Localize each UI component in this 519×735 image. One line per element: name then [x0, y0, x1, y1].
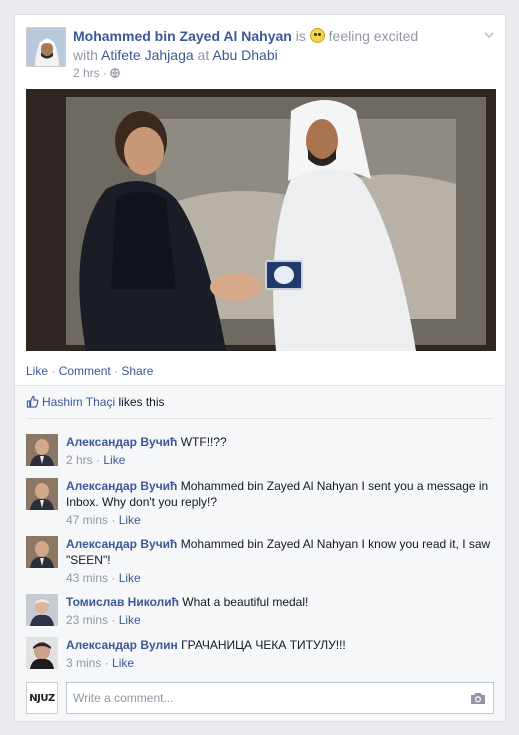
post-timestamp[interactable]: 2 hrs: [73, 66, 100, 80]
author-avatar[interactable]: [26, 27, 66, 67]
share-link[interactable]: Share: [121, 364, 153, 378]
comment-link[interactable]: Comment: [59, 364, 111, 378]
comment-time[interactable]: 23 mins: [66, 613, 108, 627]
comment-author-link[interactable]: Александар Вучић: [66, 435, 177, 449]
with-text: with: [73, 47, 98, 63]
comment-time[interactable]: 47 mins: [66, 513, 108, 527]
post-card: Mohammed bin Zayed Al Nahyan is feeling …: [14, 14, 506, 722]
comment-author-link[interactable]: Томислав Николић: [66, 595, 179, 609]
comment-avatar[interactable]: [26, 434, 58, 466]
comment-avatar[interactable]: [26, 478, 58, 510]
location-link[interactable]: Abu Dhabi: [212, 47, 277, 63]
comment-author-link[interactable]: Александар Вучић: [66, 479, 177, 493]
post-header: Mohammed bin Zayed Al Nahyan is feeling …: [15, 15, 505, 87]
post-photo[interactable]: [26, 89, 496, 351]
comment-meta: 43 mins · Like: [66, 571, 141, 585]
at-text: at: [197, 47, 210, 63]
post-title-line: Mohammed bin Zayed Al Nahyan is feeling …: [73, 27, 475, 45]
comment-input[interactable]: [66, 682, 494, 714]
liker-name-link[interactable]: Hashim Thaçi: [42, 395, 115, 409]
comment-avatar[interactable]: [26, 637, 58, 669]
comment-time[interactable]: 2 hrs: [66, 453, 93, 467]
comment-author-link[interactable]: Александар Вулин: [66, 638, 178, 652]
like-link[interactable]: Like: [26, 364, 48, 378]
comment-meta: 3 mins · Like: [66, 656, 135, 670]
comment-composer: NJUZ: [26, 682, 494, 716]
comment-author-link[interactable]: Александар Вучић: [66, 537, 177, 551]
comment-like-link[interactable]: Like: [103, 453, 125, 467]
comment-meta: 2 hrs · Like: [66, 453, 126, 467]
comment-time[interactable]: 3 mins: [66, 656, 101, 670]
comment-time[interactable]: 43 mins: [66, 571, 108, 585]
post-actions: Like · Comment · Share: [26, 364, 153, 378]
likes-summary: Hashim Thaçi likes this: [26, 395, 494, 419]
globe-icon: [110, 68, 121, 78]
comment-text: ГРАЧАНИЦА ЧЕКА ТИТУЛУ!!!: [181, 638, 346, 652]
chevron-down-icon[interactable]: [483, 29, 495, 41]
comment-text: WTF!!??: [180, 435, 227, 449]
comment-avatar[interactable]: [26, 536, 58, 568]
comment-like-link[interactable]: Like: [119, 613, 141, 627]
page-avatar-logo: NJUZ: [26, 682, 58, 714]
likes-suffix: likes this: [118, 395, 165, 409]
comment-like-link[interactable]: Like: [119, 571, 141, 585]
separator: ·: [110, 364, 122, 378]
feeling-text: feeling excited: [328, 28, 419, 44]
excited-emoji-icon: [309, 28, 325, 43]
comment-like-link[interactable]: Like: [119, 513, 141, 527]
separator: ·: [48, 364, 59, 378]
post-meta: 2 hrs ·: [73, 66, 121, 80]
comment-avatar[interactable]: [26, 594, 58, 626]
comment-text: What a beautiful medal!: [182, 595, 309, 609]
is-text: is: [295, 28, 306, 44]
camera-icon[interactable]: [470, 691, 486, 705]
post-tag-line: with Atifete Jahjaga at Abu Dhabi: [73, 46, 278, 64]
comment-meta: 47 mins · Like: [66, 513, 141, 527]
post-author-link[interactable]: Mohammed bin Zayed Al Nahyan: [73, 28, 292, 44]
tagged-person-link[interactable]: Atifete Jahjaga: [101, 47, 194, 63]
separator: ·: [103, 66, 111, 80]
comment-like-link[interactable]: Like: [112, 656, 134, 670]
feedback-section: Hashim Thaçi likes this Александар Вучић…: [15, 385, 505, 721]
comment-meta: 23 mins · Like: [66, 613, 141, 627]
thumbs-up-icon: [26, 395, 39, 408]
